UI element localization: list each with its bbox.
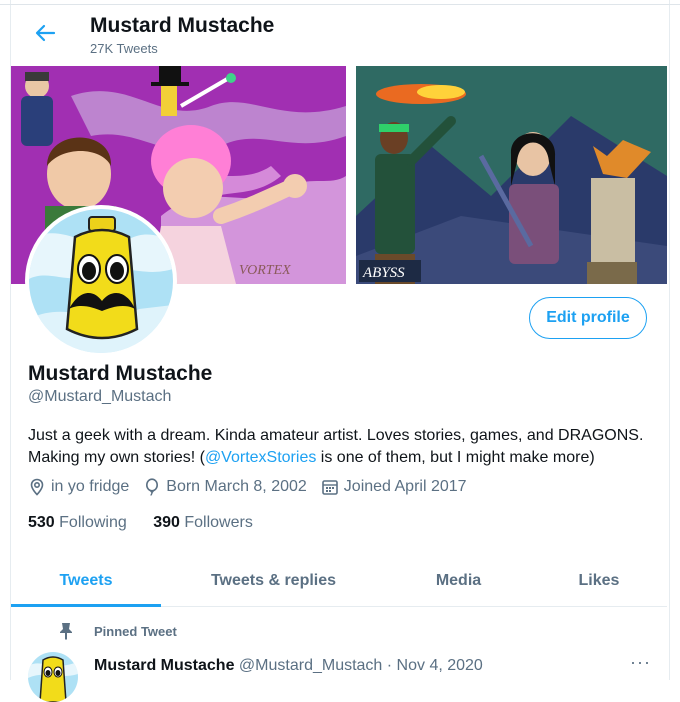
tab-tweets-replies[interactable]: Tweets & replies [161, 556, 386, 606]
profile-avatar[interactable] [25, 205, 177, 357]
following-count: 530 [28, 514, 55, 531]
banner-art-right: ABYSS [356, 66, 667, 284]
bio-line-2: Making my own stories! (@VortexStories i… [28, 447, 653, 469]
bio-mention-link[interactable]: @VortexStories [205, 449, 316, 466]
pin-icon [60, 623, 72, 640]
tab-media[interactable]: Media [386, 556, 531, 606]
bio-line-1: Just a geek with a dream. Kinda amateur … [28, 427, 644, 444]
top-divider [0, 4, 680, 5]
following-label: Following [59, 514, 127, 531]
follow-stats: 530 Following 390 Followers [28, 514, 253, 532]
tweet-author-name[interactable]: Mustard Mustache [94, 657, 234, 674]
followers-label: Followers [184, 514, 253, 531]
location-text: in yo fridge [51, 478, 130, 495]
location: in yo fridge [28, 478, 129, 496]
profile-name: Mustard Mustache [28, 362, 213, 385]
tab-tweets[interactable]: Tweets [11, 556, 161, 607]
bio-text-post: is one of them, but I might make more) [316, 449, 595, 466]
edit-profile-button[interactable]: Edit profile [529, 297, 647, 339]
balloon-icon [146, 478, 159, 496]
banner-right-signature: ABYSS [362, 265, 405, 281]
birthday-text: Born March 8, 2002 [166, 478, 307, 495]
pinned-label: Pinned Tweet [94, 623, 177, 639]
join-date-text: Joined April 2017 [343, 478, 467, 495]
pinned-indicator: Pinned Tweet [58, 622, 177, 640]
tweet-handle-date[interactable]: @Mustard_Mustach · Nov 4, 2020 [239, 657, 483, 674]
header-tweet-count: 27K Tweets [90, 41, 158, 56]
followers-count: 390 [153, 514, 180, 531]
location-pin-icon [30, 478, 44, 496]
join-date: Joined April 2017 [321, 478, 467, 496]
calendar-icon [321, 480, 338, 495]
profile-bio: Just a geek with a dream. Kinda amateur … [28, 425, 653, 469]
bio-text-pre: Making my own stories! ( [28, 449, 205, 466]
birthday: Born March 8, 2002 [143, 478, 307, 496]
profile-tabs: Tweets Tweets & replies Media Likes [11, 556, 667, 607]
following-link[interactable]: 530 Following [28, 514, 127, 531]
more-options-icon[interactable]: ··· [630, 652, 651, 673]
header-title: Mustard Mustache [90, 14, 275, 37]
back-arrow-icon[interactable] [34, 22, 56, 44]
tweet-author-avatar[interactable] [28, 652, 78, 702]
profile-handle: @Mustard_Mustach [28, 388, 172, 405]
tweet-header: Mustard Mustache @Mustard_Mustach · Nov … [94, 657, 483, 675]
profile-meta: in yo fridge Born March 8, 2002 Joined A… [28, 478, 481, 496]
banner-left-signature: VORTEX [239, 263, 291, 278]
followers-link[interactable]: 390 Followers [153, 514, 253, 531]
tab-likes[interactable]: Likes [531, 556, 667, 606]
